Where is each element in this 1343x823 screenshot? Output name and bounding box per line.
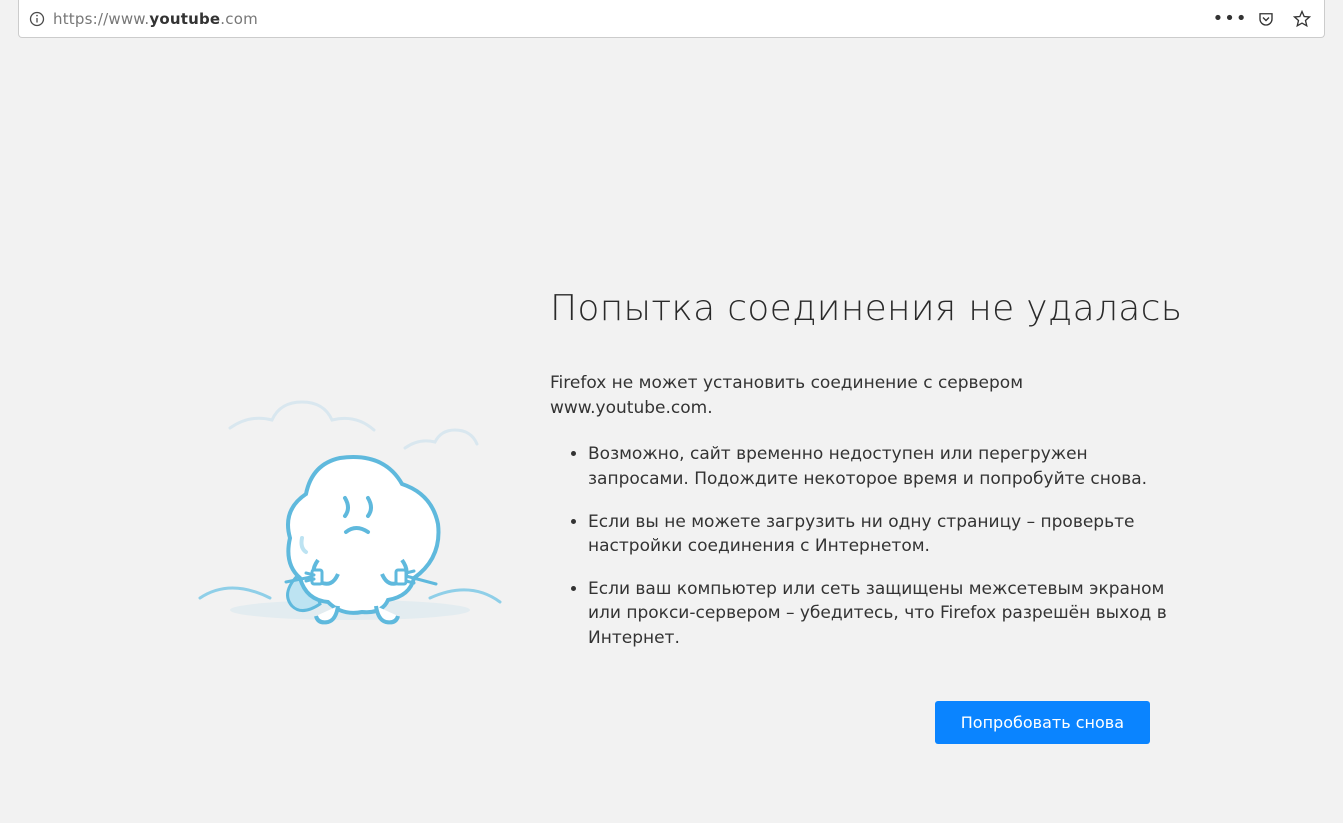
url-tld: .com [220,10,258,28]
url-scheme: https://www. [53,10,149,28]
bookmark-star-icon[interactable] [1288,5,1316,33]
pocket-icon[interactable] [1252,5,1280,33]
address-bar[interactable]: https://www.youtube.com ••• [18,0,1325,38]
error-title: Попытка соединения не удалась [550,288,1190,329]
error-suggestion-item: Если ваш компьютер или сеть защищены меж… [588,577,1190,651]
info-icon[interactable] [29,11,45,27]
error-content: Попытка соединения не удалась Firefox не… [550,288,1190,744]
page-actions-icon[interactable]: ••• [1216,5,1244,33]
error-suggestions: Возможно, сайт временно недоступен или п… [550,442,1190,650]
retry-row: Попробовать снова [550,701,1190,744]
error-page: Попытка соединения не удалась Firefox не… [0,38,1343,744]
error-suggestion-item: Если вы не можете загрузить ни одну стра… [588,510,1190,559]
error-description: Firefox не может установить соединение с… [550,371,1190,420]
error-illustration [190,288,510,744]
retry-button[interactable]: Попробовать снова [935,701,1150,744]
error-suggestion-item: Возможно, сайт временно недоступен или п… [588,442,1190,491]
url-host: youtube [149,10,220,28]
url-text[interactable]: https://www.youtube.com [53,10,1208,28]
